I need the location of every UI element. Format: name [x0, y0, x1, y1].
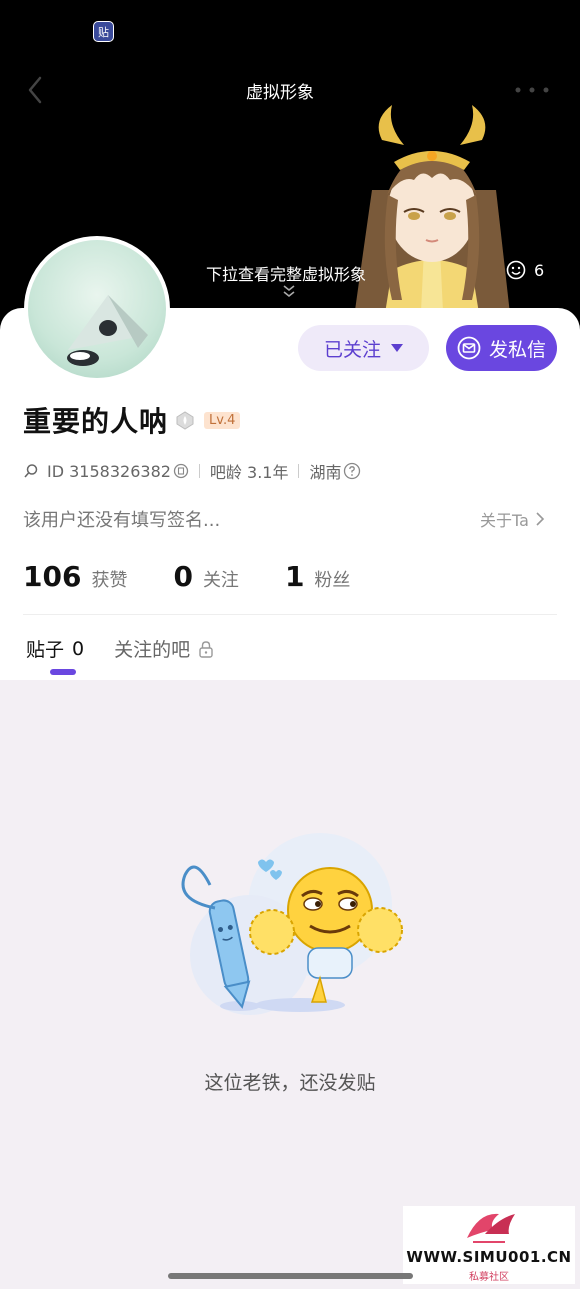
tab-count: 0 — [72, 637, 85, 660]
profile-tabs: 贴子 0 关注的吧 — [26, 635, 214, 662]
location: 湖南 — [309, 463, 342, 482]
about-ta-label: 关于Ta — [480, 511, 529, 530]
caret-down-icon — [391, 344, 403, 352]
tab-label: 贴子 — [26, 639, 65, 661]
copy-icon[interactable] — [173, 463, 189, 479]
watermark-text: WWW.SIMU001.CN — [406, 1248, 572, 1266]
watermark-logo — [467, 1213, 515, 1243]
about-ta-link[interactable]: 关于Ta — [480, 507, 545, 531]
avatar-like-count[interactable]: 6 — [506, 260, 544, 280]
stat-label: 关注 — [202, 570, 239, 591]
stat-following[interactable]: 0 关注 — [173, 560, 238, 593]
level-badge: Lv.4 — [204, 411, 241, 429]
stat-likes[interactable]: 106 获赞 — [23, 560, 127, 593]
stat-fans[interactable]: 1 粉丝 — [285, 560, 350, 593]
active-tab-indicator — [50, 669, 76, 675]
envelope-icon — [457, 336, 481, 360]
help-icon[interactable] — [343, 462, 361, 480]
chevron-down-icon — [283, 285, 295, 298]
bar-age: 吧龄 3.1年 — [209, 463, 289, 482]
tab-posts[interactable]: 贴子 0 — [26, 635, 84, 662]
more-icon[interactable] — [514, 86, 550, 94]
user-bio: 该用户还没有填写签名... — [23, 510, 221, 531]
home-indicator[interactable] — [168, 1273, 413, 1279]
empty-posts-illustration — [181, 833, 403, 1015]
avatar-count-value: 6 — [534, 260, 545, 280]
divider — [198, 464, 200, 478]
username-row: 重要的人呐 Lv.4 — [23, 400, 241, 440]
followed-button[interactable]: 已关注 — [298, 325, 429, 371]
tab-followed-bars[interactable]: 关注的吧 — [114, 635, 214, 662]
user-meta-row: ID 3158326382 吧龄 3.1年 湖南 — [23, 459, 361, 483]
stat-label: 粉丝 — [314, 570, 351, 591]
user-id: ID 3158326382 — [47, 461, 171, 481]
username: 重要的人呐 — [23, 405, 169, 438]
stats-row: 106 获赞 0 关注 1 粉丝 — [23, 560, 350, 593]
divider — [23, 614, 557, 615]
virtual-avatar-figure[interactable] — [332, 100, 532, 330]
stat-label: 获赞 — [91, 570, 128, 591]
rank-badge-icon — [176, 411, 194, 430]
chevron-right-icon — [536, 512, 545, 526]
smile-icon — [506, 260, 526, 280]
watermark-subtext: 私募社区 — [469, 1272, 509, 1283]
stat-value: 106 — [23, 560, 82, 593]
empty-posts-message: 这位老铁，还没发贴 — [204, 1072, 376, 1094]
lock-icon — [199, 640, 213, 658]
followed-label: 已关注 — [323, 338, 381, 361]
user-avatar[interactable] — [24, 236, 170, 382]
site-watermark: WWW.SIMU001.CN 私募社区 — [403, 1206, 575, 1284]
search-icon — [24, 464, 38, 478]
stat-value: 0 — [173, 560, 193, 593]
tieba-app-icon: 贴 — [93, 21, 114, 42]
tab-label: 关注的吧 — [114, 639, 191, 661]
send-message-button[interactable]: 发私信 — [446, 325, 557, 371]
pull-down-hint: 下拉查看完整虚拟形象 — [206, 265, 367, 284]
stat-value: 1 — [284, 560, 305, 593]
divider — [298, 464, 300, 478]
send-message-label: 发私信 — [488, 338, 546, 361]
